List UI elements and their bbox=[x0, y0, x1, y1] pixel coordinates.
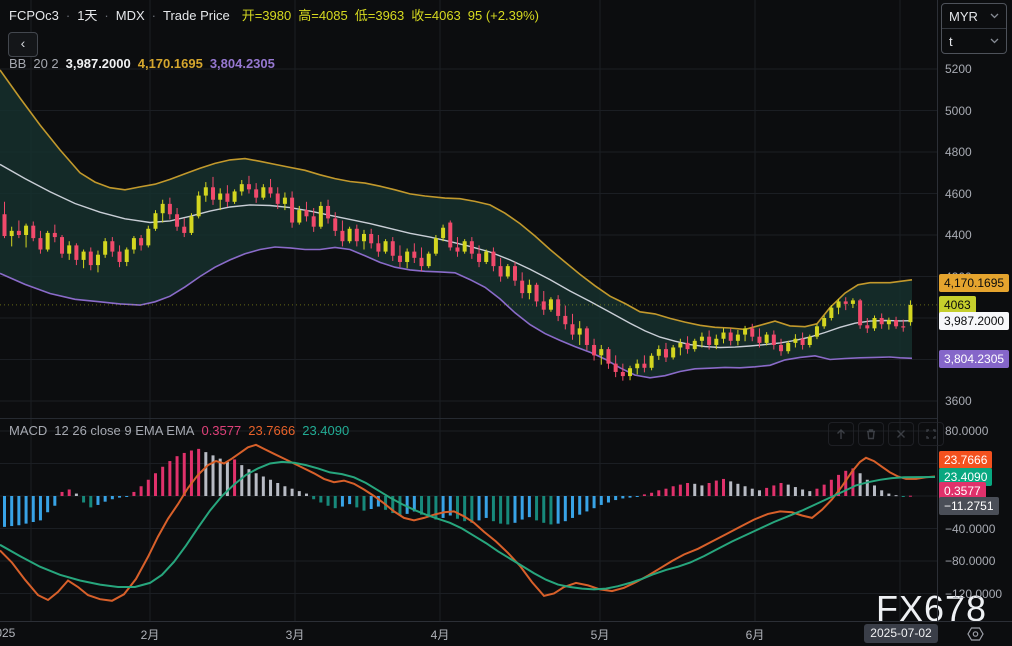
trash-icon bbox=[864, 427, 878, 441]
time-axis[interactable]: 2025-07-02 2025 2月 3月 4月 5月 6月 bbox=[0, 622, 937, 646]
bb-legend: BB 20 2 3,987.2000 4,170.1695 3,804.2305 bbox=[9, 56, 275, 71]
currency-value: MYR bbox=[949, 9, 978, 24]
arrow-up-icon bbox=[834, 427, 848, 441]
macd-axis-badge: 23.7666 bbox=[939, 451, 992, 469]
unit-select[interactable]: t bbox=[942, 29, 1006, 53]
bb-lower-value: 3,804.2305 bbox=[210, 56, 275, 71]
maximize-icon bbox=[924, 427, 938, 441]
hexagon-settings-icon bbox=[967, 626, 984, 642]
ohlc-open: 开=3980 bbox=[242, 5, 292, 24]
macd-pane-controls bbox=[828, 422, 944, 446]
chevron-down-icon bbox=[990, 38, 999, 44]
ohlc-close: 收=4063 bbox=[411, 5, 461, 24]
price-axis[interactable]: MYR t 5200500048004600440042004000380036… bbox=[938, 0, 1012, 621]
macd-legend: MACD 12 26 close 9 EMA EMA 0.3577 23.766… bbox=[9, 423, 349, 438]
chevron-down-icon bbox=[990, 13, 999, 19]
bb-upper-value: 4,170.1695 bbox=[138, 56, 203, 71]
time-tick: 2025 bbox=[0, 626, 15, 640]
macd-tick: −80.0000 bbox=[945, 553, 995, 569]
currency-select[interactable]: MYR bbox=[942, 4, 1006, 29]
bb-indicator-name: BB bbox=[9, 56, 26, 71]
symbol-unit-selector: MYR t bbox=[941, 3, 1007, 54]
macd-indicator-name: MACD bbox=[9, 423, 47, 438]
time-tick: 4月 bbox=[431, 626, 450, 643]
last-date-badge: 2025-07-02 bbox=[864, 624, 938, 643]
price-tick: 4600 bbox=[945, 186, 972, 202]
separator: · bbox=[152, 8, 156, 23]
macd-tick: −120.0000 bbox=[945, 586, 1002, 602]
pane-close-button[interactable] bbox=[888, 422, 914, 446]
change-value: 95 (+2.39%) bbox=[468, 8, 539, 23]
separator: · bbox=[104, 8, 108, 23]
bb-params: 20 2 bbox=[33, 56, 58, 71]
price-tick: 4400 bbox=[945, 227, 972, 243]
price-axis-badge: 3,987.2000 bbox=[939, 312, 1009, 330]
bb-basis-value: 3,987.2000 bbox=[66, 56, 131, 71]
macd-line-value: 23.7666 bbox=[248, 423, 295, 438]
macd-hist-value: 0.3577 bbox=[201, 423, 241, 438]
unit-value: t bbox=[949, 34, 953, 49]
price-tick: 5000 bbox=[945, 103, 972, 119]
time-tick: 3月 bbox=[286, 626, 305, 643]
exchange-label: MDX bbox=[116, 8, 145, 23]
price-tick: 3600 bbox=[945, 393, 972, 409]
pane-delete-button[interactable] bbox=[858, 422, 884, 446]
price-tick: 5200 bbox=[945, 61, 972, 77]
macd-params: 12 26 close 9 EMA EMA bbox=[54, 423, 194, 438]
ohlc-low: 低=3963 bbox=[355, 5, 405, 24]
interval-label: 1天 bbox=[77, 5, 97, 24]
price-type-label: Trade Price bbox=[163, 8, 230, 23]
macd-tick: 80.0000 bbox=[945, 423, 988, 439]
time-tick: 2月 bbox=[141, 626, 160, 643]
back-button[interactable]: ‹ bbox=[8, 32, 38, 57]
price-tick: 4800 bbox=[945, 144, 972, 160]
time-tick: 6月 bbox=[746, 626, 765, 643]
symbol-name: FCPOc3 bbox=[9, 8, 59, 23]
ohlc-high: 高=4085 bbox=[298, 5, 348, 24]
separator: · bbox=[66, 8, 70, 23]
macd-signal-value: 23.4090 bbox=[302, 423, 349, 438]
close-icon bbox=[894, 427, 908, 441]
macd-axis-badge: −11.2751 bbox=[939, 497, 999, 515]
pane-maximize-button[interactable] bbox=[918, 422, 944, 446]
price-axis-badge: 4,170.1695 bbox=[939, 274, 1009, 292]
timezone-settings-button[interactable] bbox=[938, 622, 1012, 646]
time-tick: 5月 bbox=[591, 626, 610, 643]
macd-tick: −40.0000 bbox=[945, 521, 995, 537]
symbol-legend: FCPOc3 · 1天 · MDX · Trade Price 开=3980 高… bbox=[9, 5, 539, 24]
price-axis-badge: 3,804.2305 bbox=[939, 350, 1009, 368]
pane-move-up-button[interactable] bbox=[828, 422, 854, 446]
trading-chart-app: FX678 FCPOc3 · 1天 · MDX · Trade Price 开=… bbox=[0, 0, 1012, 646]
chart-canvas[interactable] bbox=[0, 0, 937, 621]
